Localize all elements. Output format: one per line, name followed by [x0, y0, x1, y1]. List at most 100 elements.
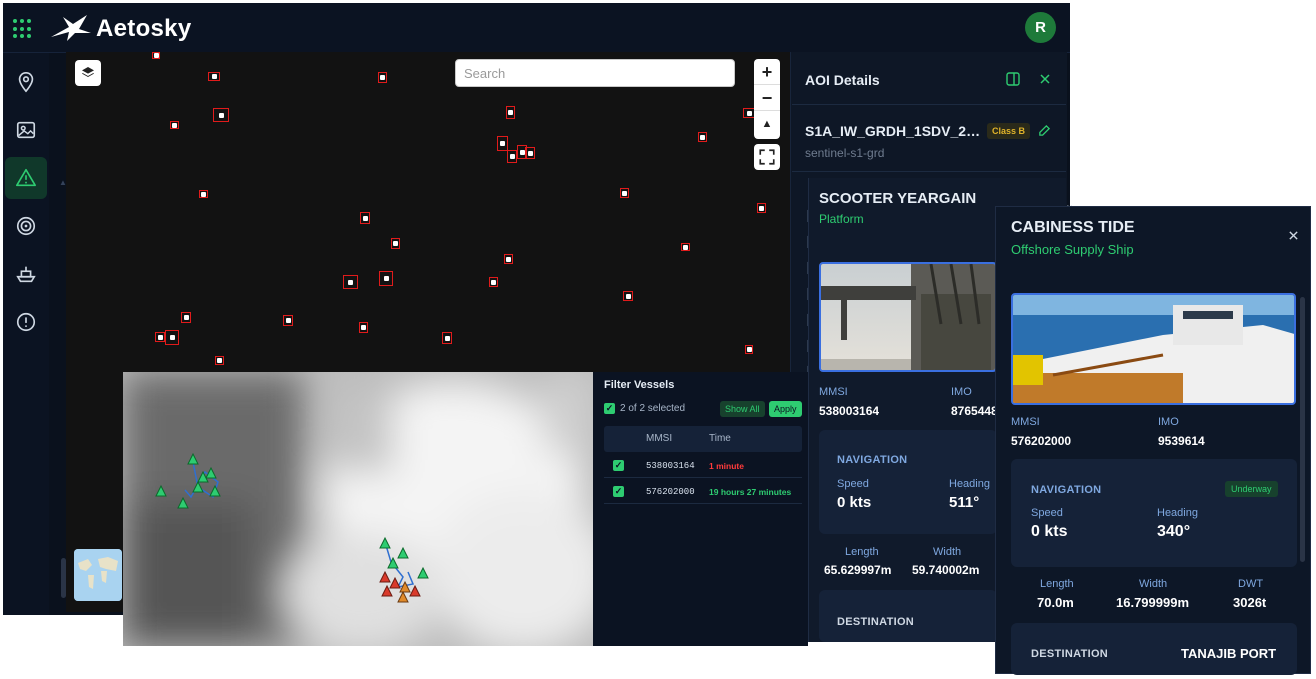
zoom-out-button[interactable]: − [754, 85, 780, 111]
detection-box[interactable] [489, 277, 498, 287]
mmsi-label: MMSI [1011, 416, 1040, 428]
imo-label: IMO [1158, 416, 1179, 428]
dwt-label: DWT [1238, 578, 1264, 590]
row-time: 19 hours 27 minutes [709, 487, 792, 497]
destination-label: DESTINATION [1031, 648, 1109, 660]
row-checkbox[interactable]: ✓ [613, 460, 624, 471]
world-minimap[interactable] [74, 549, 122, 601]
detection-box[interactable] [757, 203, 766, 213]
detection-box[interactable] [155, 332, 165, 342]
detection-box[interactable] [623, 291, 633, 301]
navigation-title: NAVIGATION [837, 454, 908, 466]
detection-box[interactable] [391, 238, 400, 249]
detection-box[interactable] [497, 136, 508, 151]
speed-value: 0 kts [1031, 523, 1068, 540]
destination-box: DESTINATION [819, 590, 997, 642]
edit-icon[interactable] [1038, 124, 1051, 137]
nav-status-badge: Underway [1225, 481, 1278, 497]
ship-icon[interactable] [15, 263, 37, 285]
selected-count: 2 of 2 selected [620, 403, 686, 414]
apply-button[interactable]: Apply [769, 401, 802, 417]
show-all-button[interactable]: Show All [720, 401, 765, 417]
detection-box[interactable] [442, 332, 452, 344]
sidebar [3, 53, 66, 615]
zoom-in-button[interactable]: + [754, 59, 780, 85]
length-value: 70.0m [1037, 595, 1074, 610]
app-name: Aetosky [96, 15, 192, 42]
layers-icon [82, 67, 94, 77]
detection-box[interactable] [504, 254, 513, 264]
detection-box[interactable] [283, 315, 293, 326]
length-label: Length [845, 546, 879, 558]
detection-box[interactable] [378, 72, 387, 83]
image-icon[interactable] [15, 119, 37, 141]
vessel-type: Platform [819, 212, 864, 226]
column-header-time: Time [709, 433, 731, 444]
imo-value: 9539614 [1158, 434, 1205, 448]
vessel-track-map[interactable] [123, 372, 593, 646]
scene-name: S1A_IW_GRDH_1SDV_2025... [805, 123, 985, 139]
destination-label: DESTINATION [837, 616, 915, 628]
top-bar: Aetosky R [3, 3, 1070, 53]
collapse-panel-icon[interactable] [1006, 72, 1020, 86]
detection-box[interactable] [165, 330, 179, 345]
compass-button[interactable]: ▲ [754, 111, 780, 137]
detection-box[interactable] [170, 121, 179, 129]
close-icon[interactable] [1288, 230, 1299, 241]
detection-box[interactable] [181, 312, 191, 323]
speed-label: Speed [1031, 507, 1063, 519]
detection-box[interactable] [360, 212, 370, 224]
aetosky-logo-icon [51, 15, 91, 41]
detection-box[interactable] [379, 271, 393, 286]
length-value: 65.629997m [824, 563, 892, 577]
vessel-name: SCOOTER YEARGAIN [819, 190, 977, 207]
table-row[interactable]: ✓ 576202000 19 hours 27 minutes [604, 478, 802, 504]
row-mmsi: 538003164 [646, 461, 695, 471]
detection-box[interactable] [745, 345, 753, 354]
heading-label: Heading [1157, 507, 1198, 519]
target-icon[interactable] [15, 215, 37, 237]
cloud-overlay [123, 372, 593, 646]
vessel-type: Offshore Supply Ship [1011, 242, 1134, 257]
navigation-box: NAVIGATION Speed 0 kts Heading 511° [819, 430, 997, 534]
divider [792, 104, 1066, 105]
alert-triangle-icon[interactable] [15, 167, 37, 189]
detection-box[interactable] [507, 150, 517, 163]
detection-box[interactable] [343, 275, 358, 289]
layers-button[interactable] [75, 60, 101, 86]
row-mmsi: 576202000 [646, 487, 695, 497]
speed-label: Speed [837, 478, 869, 490]
detection-box[interactable] [208, 72, 220, 81]
heading-value: 340° [1157, 523, 1191, 540]
detection-box[interactable] [525, 147, 535, 159]
map-search-input[interactable]: Search [455, 59, 735, 87]
fullscreen-button[interactable] [754, 144, 780, 170]
detection-box[interactable] [620, 188, 629, 198]
user-avatar[interactable]: R [1025, 12, 1056, 43]
detection-box[interactable] [681, 243, 690, 251]
info-circle-icon[interactable] [15, 311, 37, 333]
detection-box[interactable] [506, 106, 515, 119]
fullscreen-icon [759, 149, 775, 165]
close-panel-icon[interactable] [1039, 73, 1051, 85]
detection-box[interactable] [152, 52, 160, 59]
card-scrollbar[interactable] [1300, 297, 1305, 562]
table-row[interactable]: ✓ 538003164 1 minute [604, 452, 802, 478]
detection-box[interactable] [698, 132, 707, 142]
detection-box[interactable] [199, 190, 208, 198]
detection-box[interactable] [359, 322, 368, 333]
location-pin-icon[interactable] [15, 71, 37, 93]
detection-box[interactable] [215, 356, 224, 365]
detection-box[interactable] [213, 108, 229, 122]
map-scroll-arrow-icon: ▲ [59, 178, 67, 187]
destination-box: DESTINATION TANAJIB PORT [1011, 623, 1297, 675]
divider [792, 171, 1066, 172]
select-all-checkbox[interactable]: ✓ [604, 403, 615, 414]
collapsed-rows-marker: │ │ │ │ │ │ │ [805, 211, 812, 378]
length-label: Length [1040, 578, 1074, 590]
vessel-table-header: MMSI Time [604, 426, 802, 452]
platform-photo-icon [821, 264, 995, 370]
row-checkbox[interactable]: ✓ [613, 486, 624, 497]
world-map-thumbnail [74, 549, 122, 601]
apps-grid-icon[interactable] [13, 19, 33, 39]
